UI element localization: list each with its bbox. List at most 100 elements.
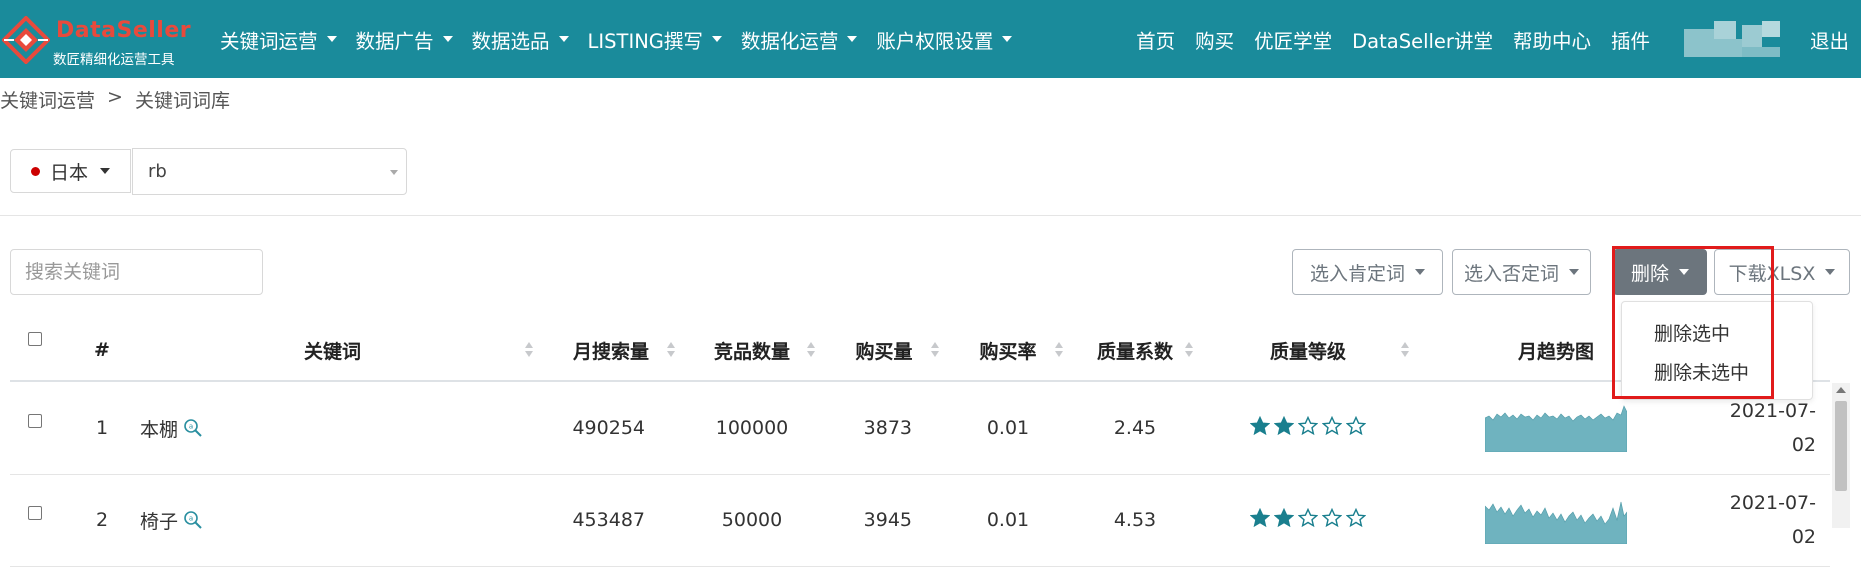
logout-link[interactable]: 退出	[1810, 25, 1849, 54]
amazon-search-icon[interactable]: a	[183, 510, 203, 530]
divider	[0, 215, 1861, 216]
sort-icon	[1185, 340, 1194, 360]
amazon-search-icon[interactable]: a	[183, 418, 203, 438]
keyword-cell: 椅子 a	[140, 474, 203, 566]
scroll-thumb[interactable]	[1835, 401, 1847, 491]
star-empty-icon	[1345, 507, 1367, 533]
purchase-rate-cell: 0.01	[986, 417, 1030, 439]
star-rating	[1249, 415, 1367, 441]
right-nav: 首页 购买 优匠学堂 DataSeller讲堂 帮助中心 插件 退出	[1116, 0, 1849, 78]
monthly-search-cell: 453487	[572, 509, 645, 531]
store-select[interactable]: rb	[132, 148, 407, 195]
nav-home-link[interactable]: 首页	[1136, 25, 1175, 54]
menu-keyword-ops[interactable]: 关键词运营	[220, 25, 337, 54]
brand-tagline: 数匠精细化运营工具	[53, 52, 175, 68]
breadcrumb-keyword-library: 关键词词库	[134, 90, 230, 112]
chevron-down-icon	[1002, 36, 1013, 42]
quality-grade-cell	[1200, 474, 1416, 566]
date-line2: 02	[1791, 526, 1816, 548]
menu-data-ops[interactable]: 数据化运营	[741, 25, 858, 54]
chevron-down-icon	[1569, 269, 1579, 275]
purchases-cell: 3873	[863, 417, 912, 439]
header-monthly-search[interactable]: 月搜索量	[540, 320, 682, 380]
header-quality-factor[interactable]: 质量系数	[1070, 320, 1200, 380]
table-header: # 关键词 月搜索量 竞品数量 购买量 购买率 质量系数 质量等级 月趋势图	[10, 320, 1830, 382]
trend-sparkline	[1485, 501, 1627, 544]
star-empty-icon	[1297, 507, 1319, 533]
menu-listing-writing[interactable]: LISTING撰写	[588, 25, 722, 54]
star-filled-icon	[1249, 415, 1271, 441]
select-all-checkbox[interactable]	[28, 332, 42, 346]
date-line2: 02	[1791, 434, 1816, 456]
menu-data-ads[interactable]: 数据广告	[356, 25, 453, 54]
table-row: 2 椅子 a 453487 50000 3945 0.01 4.53 2021-…	[10, 474, 1830, 567]
keyword-text[interactable]: 本棚	[140, 415, 178, 442]
delete-selected-item[interactable]: 删除选中	[1654, 319, 1730, 346]
scroll-up-arrow-icon[interactable]	[1836, 387, 1846, 393]
competitors-cell: 100000	[715, 417, 789, 439]
chevron-down-icon	[847, 36, 858, 42]
chevron-down-icon	[1415, 269, 1425, 275]
delete-button[interactable]: 删除	[1613, 249, 1707, 295]
monthly-search-cell: 490254	[572, 417, 645, 439]
quality-factor-cell: 2.45	[1113, 417, 1157, 439]
keyword-text[interactable]: 椅子	[140, 507, 178, 534]
market-select-button[interactable]: 日本	[10, 149, 131, 193]
store-value: rb	[148, 161, 167, 182]
purchases-cell: 3945	[863, 509, 912, 531]
select-positive-button[interactable]: 选入肯定词	[1292, 249, 1443, 295]
star-rating	[1249, 507, 1367, 533]
chevron-down-icon	[1679, 269, 1689, 275]
dataseller-logo-icon	[2, 16, 50, 64]
table-scrollbar[interactable]	[1832, 383, 1850, 528]
header-competitors[interactable]: 竞品数量	[682, 320, 822, 380]
quality-grade-cell	[1200, 382, 1416, 474]
row-index: 2	[95, 509, 109, 531]
keyword-search-input[interactable]	[10, 249, 263, 295]
sort-icon	[667, 340, 676, 360]
quality-factor-cell: 4.53	[1113, 509, 1157, 531]
chevron-down-icon	[390, 170, 398, 175]
breadcrumb-keyword-ops[interactable]: 关键词运营	[0, 86, 95, 113]
nav-lecture-link[interactable]: DataSeller讲堂	[1352, 25, 1493, 54]
star-empty-icon	[1321, 507, 1343, 533]
svg-text:a: a	[189, 423, 193, 431]
star-filled-icon	[1273, 507, 1295, 533]
table-row: 1 本棚 a 490254 100000 3873 0.01 2.45 2021…	[10, 382, 1830, 475]
chevron-down-icon	[442, 36, 453, 42]
star-filled-icon	[1249, 507, 1271, 533]
star-empty-icon	[1297, 415, 1319, 441]
header-quality-grade[interactable]: 质量等级	[1200, 320, 1416, 380]
logo[interactable]: DataSeller 数匠精细化运营工具	[0, 8, 191, 70]
nav-plugin-link[interactable]: 插件	[1611, 25, 1650, 54]
nav-buy-link[interactable]: 购买	[1195, 25, 1234, 54]
header-keyword[interactable]: 关键词	[125, 320, 540, 380]
top-navbar: DataSeller 数匠精细化运营工具 关键词运营 数据广告 数据选品 LIS…	[0, 0, 1861, 78]
header-purchases[interactable]: 购买量	[822, 320, 946, 380]
sort-icon	[1055, 340, 1064, 360]
breadcrumb-separator: >	[107, 86, 123, 108]
select-negative-button[interactable]: 选入否定词	[1452, 249, 1591, 295]
menu-product-selection[interactable]: 数据选品	[472, 25, 569, 54]
purchase-rate-cell: 0.01	[986, 509, 1030, 531]
chevron-down-icon	[1825, 269, 1836, 275]
avatar[interactable]	[1683, 21, 1780, 57]
trend-cell	[1416, 474, 1696, 566]
brand-name: DataSeller	[56, 18, 192, 43]
header-purchase-rate[interactable]: 购买率	[946, 320, 1070, 380]
chevron-down-icon	[558, 36, 569, 42]
row-checkbox[interactable]	[28, 414, 42, 428]
star-empty-icon	[1345, 415, 1367, 441]
header-index: #	[94, 339, 110, 361]
competitors-cell: 50000	[721, 509, 783, 531]
row-index: 1	[95, 417, 109, 439]
row-checkbox[interactable]	[28, 506, 42, 520]
sort-icon	[931, 340, 940, 360]
nav-help-link[interactable]: 帮助中心	[1513, 25, 1591, 54]
sort-icon	[1401, 340, 1410, 360]
download-xlsx-button[interactable]: 下载XLSX	[1714, 249, 1850, 295]
nav-academy-link[interactable]: 优匠学堂	[1254, 25, 1332, 54]
menu-account-permissions[interactable]: 账户权限设置	[876, 25, 1013, 54]
japan-flag-icon	[30, 166, 40, 176]
delete-unselected-item[interactable]: 删除未选中	[1654, 358, 1749, 385]
